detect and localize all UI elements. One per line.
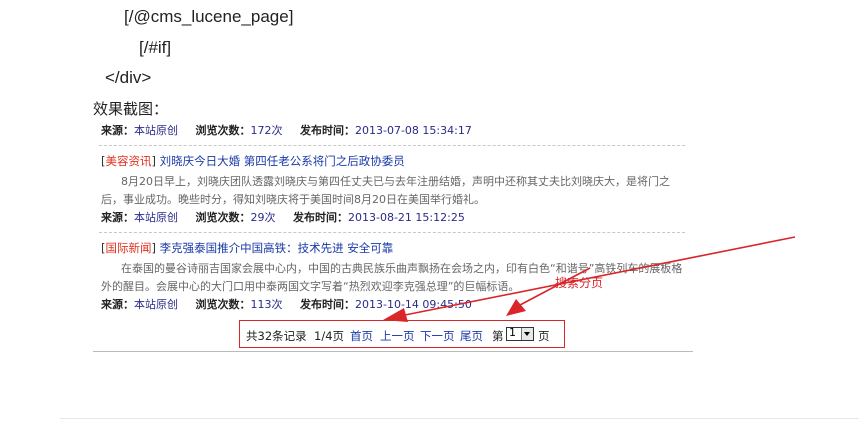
page-divider — [60, 418, 859, 419]
annotation-arrows — [383, 236, 796, 322]
annotation-arrow-to-pager — [383, 236, 796, 322]
